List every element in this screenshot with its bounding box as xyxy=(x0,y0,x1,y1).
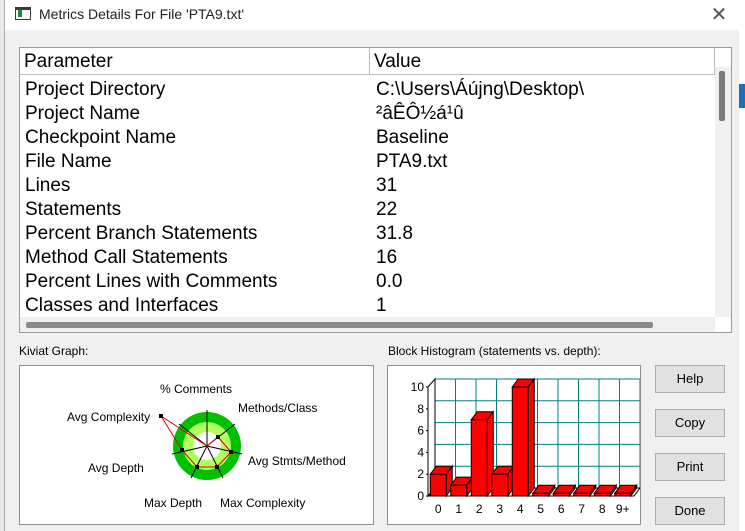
row-value: 16 xyxy=(376,247,398,268)
row-value: 31.8 xyxy=(376,223,413,244)
kiviat-axis-label: Avg Depth xyxy=(88,461,144,475)
row-parameter: Statements xyxy=(25,199,122,220)
title-bar[interactable]: Metrics Details For File 'PTA9.txt' ✕ xyxy=(5,0,740,30)
histogram-x-tick-label: 0 xyxy=(435,502,442,516)
histogram-bar-side xyxy=(527,377,535,498)
table-row[interactable]: Classes and Interfaces 1 xyxy=(20,294,715,318)
histogram-x-tick-label: 2 xyxy=(476,502,483,516)
histogram-y-tick-label: 0 xyxy=(417,489,424,503)
row-parameter: Percent Branch Statements xyxy=(25,223,258,244)
histogram-y-tick-label: 10 xyxy=(411,380,425,394)
histogram-bar xyxy=(511,386,529,497)
row-value: C:\Users\Áújng\Desktop\ xyxy=(376,79,585,100)
table-row[interactable]: Percent Lines with Comments 0.0 xyxy=(20,270,715,294)
histogram-x-tick-label: 8 xyxy=(599,502,606,516)
row-parameter: Percent Lines with Comments xyxy=(25,271,278,292)
kiviat-axis-label: Avg Stmts/Method xyxy=(248,454,346,468)
table-header: Parameter Value xyxy=(20,48,731,75)
row-value: 0.0 xyxy=(376,271,403,292)
histogram-bar xyxy=(491,473,509,497)
app-window-icon xyxy=(15,7,31,20)
histogram-bar xyxy=(552,492,570,497)
kiviat-graph: % Comments Methods/Class Avg Stmts/Metho… xyxy=(19,365,374,525)
table-row[interactable]: File Name PTA9.txt xyxy=(20,150,715,174)
close-button[interactable]: ✕ xyxy=(701,2,737,28)
row-value: 1 xyxy=(376,295,387,316)
histogram-x-tick-label: 7 xyxy=(578,502,585,516)
histogram-x-tick-label: 1 xyxy=(455,502,462,516)
window-title: Metrics Details For File 'PTA9.txt' xyxy=(39,6,245,22)
histogram-y-tick-label: 8 xyxy=(417,402,424,416)
table-row[interactable]: Project Name ²âÊÔ½á¹û xyxy=(20,102,715,126)
histogram-x-tick-label: 3 xyxy=(496,502,503,516)
kiviat-axis-label: Methods/Class xyxy=(238,401,317,415)
metrics-details-dialog: Metrics Details For File 'PTA9.txt' ✕ Pa… xyxy=(4,0,740,531)
horizontal-scroll-thumb[interactable] xyxy=(26,322,653,328)
row-value: ²âÊÔ½á¹û xyxy=(376,103,464,124)
row-value: Baseline xyxy=(376,127,449,148)
table-row[interactable]: Percent Branch Statements 31.8 xyxy=(20,222,715,246)
histogram-bar xyxy=(450,484,468,497)
table-row[interactable]: Method Call Statements 16 xyxy=(20,246,715,270)
kiviat-axis-label: Max Depth xyxy=(144,496,202,510)
kiviat-svg: % Comments Methods/Class Avg Stmts/Metho… xyxy=(67,382,346,510)
metrics-table[interactable]: Parameter Value Project Directory C:\Use… xyxy=(19,47,732,333)
row-parameter: Classes and Interfaces xyxy=(25,295,219,316)
row-value: 31 xyxy=(376,175,398,196)
histogram-bar xyxy=(429,473,447,497)
row-value: 22 xyxy=(376,199,398,220)
kiviat-axis-label: Avg Complexity xyxy=(67,410,150,424)
row-parameter: Project Directory xyxy=(25,79,166,100)
horizontal-scrollbar[interactable] xyxy=(20,317,715,332)
histogram-x-tick-label: 9+ xyxy=(616,502,630,516)
help-button[interactable]: Help xyxy=(655,365,725,393)
copy-button[interactable]: Copy xyxy=(655,409,725,437)
vertical-scroll-thumb[interactable] xyxy=(719,71,725,121)
row-parameter: Checkpoint Name xyxy=(25,127,177,148)
row-value: PTA9.txt xyxy=(376,151,448,172)
vertical-scrollbar[interactable] xyxy=(715,67,731,317)
histogram-bar xyxy=(470,419,488,497)
histogram-y-tick-label: 4 xyxy=(417,445,424,459)
row-parameter: Project Name xyxy=(25,103,141,124)
histogram-x-tick-label: 4 xyxy=(517,502,524,516)
kiviat-axis-label: Max Complexity xyxy=(220,496,305,510)
column-header-parameter[interactable]: Parameter xyxy=(20,48,370,74)
row-parameter: Lines xyxy=(25,175,71,196)
histogram-svg: 02468100 1 2 3 4 5 6 7 8 9+ xyxy=(411,377,641,516)
table-row[interactable]: Checkpoint Name Baseline xyxy=(20,126,715,150)
histogram-bar xyxy=(532,492,550,497)
block-histogram-label: Block Histogram (statements vs. depth): xyxy=(388,344,601,358)
kiviat-graph-label: Kiviat Graph: xyxy=(19,344,89,358)
column-header-value[interactable]: Value xyxy=(370,48,715,74)
histogram-bar xyxy=(614,492,632,497)
background-accent xyxy=(739,84,745,108)
block-histogram: 0 2 4 6 8 10 0 1 2 3 4 5 6 7 8 9+ xyxy=(387,365,641,525)
table-row[interactable]: Lines 31 xyxy=(20,174,715,198)
row-parameter: File Name xyxy=(25,151,112,172)
kiviat-axis-label: % Comments xyxy=(160,382,232,396)
print-button[interactable]: Print xyxy=(655,453,725,481)
table-row[interactable]: Project Directory C:\Users\Áújng\Desktop… xyxy=(20,78,715,102)
histogram-y-tick-label: 2 xyxy=(417,467,424,481)
histogram-x-tick-label: 5 xyxy=(537,502,544,516)
row-parameter: Method Call Statements xyxy=(25,247,228,268)
histogram-bar xyxy=(593,492,611,497)
histogram-bar xyxy=(573,492,591,497)
done-button[interactable]: Done xyxy=(655,497,725,525)
background-window-strip-right xyxy=(739,0,745,531)
table-row[interactable]: Statements 22 xyxy=(20,198,715,222)
histogram-y-tick-label: 6 xyxy=(417,424,424,438)
histogram-x-tick-label: 6 xyxy=(558,502,565,516)
